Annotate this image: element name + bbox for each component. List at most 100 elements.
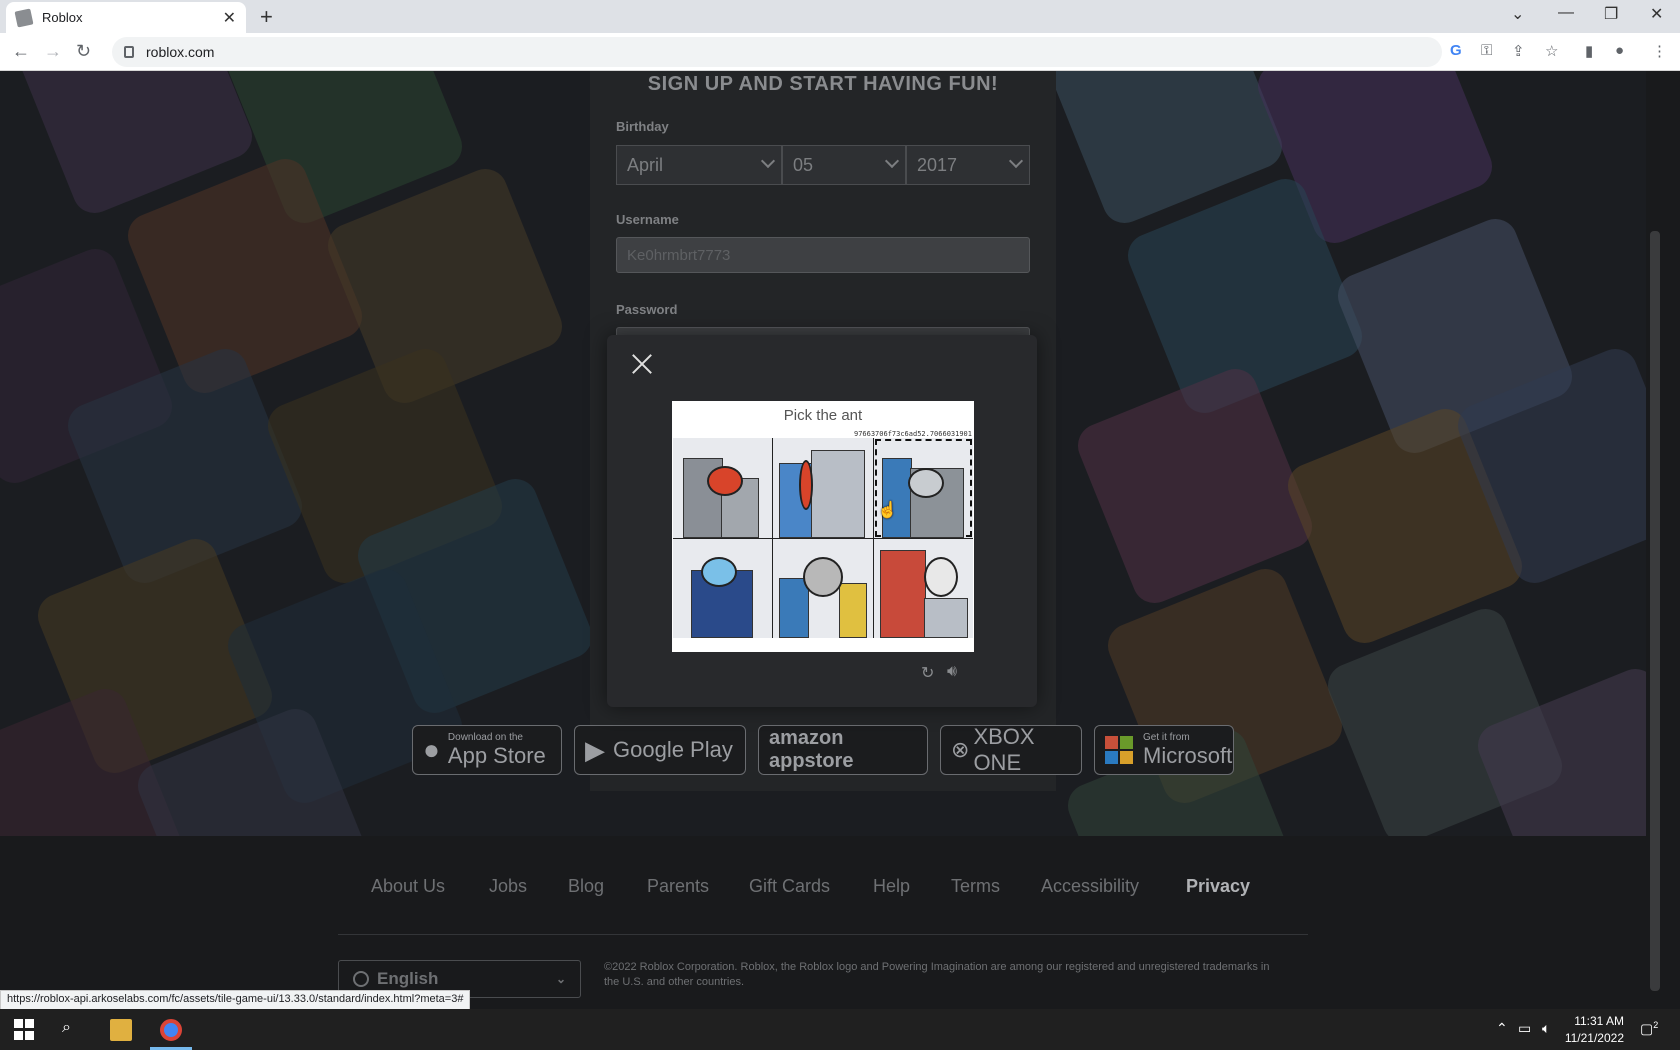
username-input[interactable]: Ke0hrmbrt7773 (616, 237, 1030, 273)
share-icon[interactable]: ⇪ (1512, 42, 1525, 60)
play-triangle-icon: ▶ (585, 734, 605, 765)
footer: About Us Jobs Blog Parents Gift Cards He… (0, 836, 1646, 1009)
birthday-day-select[interactable]: 05 (782, 145, 906, 185)
footer-link-gift-cards[interactable]: Gift Cards (749, 876, 830, 897)
scrollbar-thumb[interactable] (1650, 231, 1660, 991)
captcha-prompt: Pick the ant (783, 407, 863, 424)
day-value: 05 (793, 154, 814, 175)
network-icon[interactable]: ▭ (1518, 1020, 1531, 1037)
url-text: roblox.com (146, 44, 215, 60)
tray-overflow-icon[interactable]: ⌃ (1496, 1020, 1508, 1037)
google-play-button[interactable]: ▶ Google Play (574, 725, 746, 775)
lock-icon (124, 46, 134, 58)
app-store-label: App Store (447, 742, 546, 768)
clock-date: 11/21/2022 (1564, 1031, 1624, 1045)
footer-link-parents[interactable]: Parents (647, 876, 709, 897)
microsoft-text: Get it from Microsoft (1143, 732, 1232, 769)
captcha-tile-bat[interactable]: ☝ (873, 438, 973, 538)
address-bar: ← → ↻ roblox.com G ⚿ ⇪ ☆ ▮ ● ⋮ (0, 33, 1680, 71)
clock-time: 11:31 AM (1574, 1014, 1624, 1028)
app-store-button[interactable]: ● Download on the App Store (412, 725, 562, 775)
roblox-favicon-icon (14, 8, 34, 27)
chrome-icon[interactable] (160, 1019, 182, 1041)
footer-link-help[interactable]: Help (873, 876, 910, 897)
spider-icon (707, 466, 743, 496)
clock[interactable]: 11:31 AM 11/21/2022 (1565, 1013, 1624, 1047)
tab-bar: Roblox ✕ + ⌄ — ❐ ✕ (0, 0, 1680, 33)
tab-search-icon[interactable]: ⌄ (1511, 4, 1524, 24)
microsoft-logo-icon (1105, 736, 1133, 764)
microsoft-label: Microsoft (1143, 742, 1233, 768)
globe-icon (353, 971, 369, 987)
page-content: SIGN UP AND START HAVING FUN! Birthday A… (0, 71, 1680, 1009)
captcha-tile-koala[interactable] (873, 538, 973, 638)
windows-start-icon[interactable] (14, 1019, 36, 1041)
apple-icon: ● (423, 734, 440, 765)
captcha-frame: Pick the ant 97663706f73c6ad52.706603190… (672, 401, 974, 652)
cursor-hand-icon: ☝ (877, 502, 898, 519)
notifications-icon[interactable]: ▢2 (1640, 1020, 1658, 1038)
birthday-label: Birthday (616, 119, 669, 134)
side-panel-icon[interactable]: ▮ (1585, 42, 1593, 60)
footer-link-privacy[interactable]: Privacy (1186, 876, 1250, 897)
restore-icon[interactable]: ❐ (1604, 4, 1618, 24)
bat-icon (907, 468, 944, 498)
signup-title: SIGN UP AND START HAVING FUN! (647, 73, 999, 95)
status-url-bubble: https://roblox-api.arkoselabs.com/fc/ass… (0, 990, 471, 1010)
username-label: Username (616, 212, 679, 227)
footer-link-accessibility[interactable]: Accessibility (1041, 876, 1139, 897)
microsoft-store-button[interactable]: Get it from Microsoft (1094, 725, 1234, 775)
modal-close-icon[interactable] (631, 353, 653, 375)
password-label: Password (616, 302, 678, 317)
volume-icon[interactable]: 🔈︎ (1542, 1020, 1550, 1037)
file-explorer-icon[interactable] (110, 1019, 132, 1041)
reload-icon[interactable]: ↻ (76, 41, 91, 62)
profile-avatar-icon[interactable]: ● (1615, 42, 1624, 59)
forward-icon[interactable]: → (44, 41, 62, 62)
notification-count: 2 (1653, 1020, 1659, 1030)
captcha-tile-elephant[interactable] (773, 538, 873, 638)
xbox-one-button[interactable]: ⊗ XBOX ONE (940, 724, 1082, 775)
key-icon[interactable]: ⚿ (1481, 42, 1492, 59)
captcha-tile-dolphin[interactable] (673, 538, 773, 638)
search-icon[interactable]: ⌕ (62, 1019, 84, 1041)
captcha-audio-icon[interactable]: 🔊︎ (947, 663, 957, 681)
footer-link-about[interactable]: About Us (371, 876, 445, 897)
bookmark-star-icon[interactable]: ☆ (1545, 42, 1558, 60)
captcha-refresh-icon[interactable]: ↻ (921, 663, 934, 683)
koala-icon (923, 556, 958, 597)
page-scrollbar[interactable] (1646, 71, 1680, 1009)
new-tab-button[interactable]: + (260, 4, 273, 30)
captcha-modal: Pick the ant 97663706f73c6ad52.706603190… (607, 335, 1037, 707)
google-icon[interactable]: G (1450, 42, 1462, 59)
tab-title: Roblox (42, 10, 83, 25)
birthday-month-select[interactable]: April (616, 145, 782, 185)
window-close-icon[interactable]: ✕ (1650, 4, 1663, 24)
amazon-appstore-button[interactable]: amazon appstore (758, 725, 928, 775)
footer-link-jobs[interactable]: Jobs (489, 876, 527, 897)
footer-link-terms[interactable]: Terms (951, 876, 1000, 897)
elephant-icon (803, 556, 844, 597)
captcha-tile-spider[interactable] (673, 438, 773, 538)
menu-kebab-icon[interactable]: ⋮ (1652, 42, 1667, 60)
captcha-tile-ant[interactable] (773, 438, 873, 538)
app-store-text: Download on the App Store (448, 732, 546, 769)
tab-close-icon[interactable]: ✕ (223, 8, 236, 28)
chevron-down-icon: ⌄ (555, 972, 566, 986)
birthday-year-select[interactable]: 2017 (906, 145, 1030, 185)
minimize-icon[interactable]: — (1558, 4, 1574, 22)
footer-divider (338, 934, 1308, 935)
month-value: April (627, 154, 664, 175)
dolphin-icon (701, 556, 737, 587)
footer-link-blog[interactable]: Blog (568, 876, 604, 897)
captcha-hash: 97663706f73c6ad52.7066031901 (853, 430, 972, 438)
username-value: Ke0hrmbrt7773 (627, 246, 731, 264)
back-icon[interactable]: ← (12, 41, 30, 62)
url-input[interactable]: roblox.com (112, 37, 1442, 67)
year-value: 2017 (917, 154, 958, 175)
language-value: English (377, 969, 439, 988)
google-play-label: Google Play (613, 737, 733, 762)
xbox-one-label: XBOX ONE (973, 724, 1035, 775)
tab-roblox[interactable]: Roblox ✕ (6, 2, 246, 33)
amazon-appstore-label: amazon appstore (769, 727, 854, 772)
